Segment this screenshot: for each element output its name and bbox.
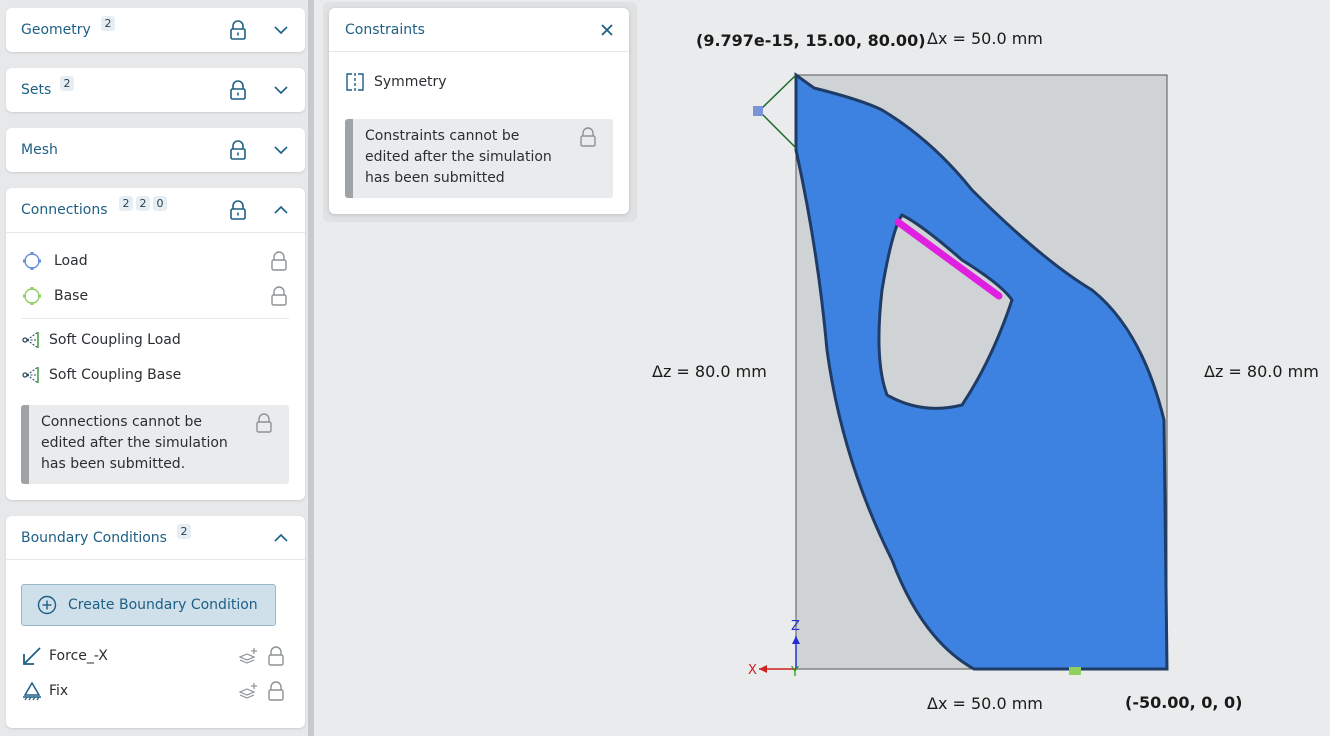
chevron-down-icon[interactable] (273, 142, 289, 158)
boundary-condition-label-fix: Fix (49, 683, 69, 699)
load-reference-point (753, 106, 763, 116)
base-reference-point (1069, 667, 1081, 675)
boundary-conditions-count-badge: 2 (177, 524, 191, 539)
connection-item-soft-coupling-base[interactable]: Soft Coupling Base (21, 364, 291, 386)
geometry-title: Geometry (21, 22, 91, 38)
lock-icon (268, 681, 284, 701)
layers-add-icon[interactable] (238, 646, 258, 666)
sidebar: Geometry 2 Sets 2 Mesh Connections 2 2 0… (0, 0, 312, 736)
lock-icon (268, 646, 284, 666)
plus-circle-icon (37, 595, 57, 615)
soft-coupling-icon (22, 366, 39, 384)
connections-badge-3: 0 (153, 196, 167, 211)
sets-title: Sets (21, 82, 52, 98)
connections-header[interactable]: Connections 2 2 0 (6, 188, 305, 232)
top-corner-coordinate: (9.797e-15, 15.00, 80.00) (696, 31, 926, 50)
constraints-title: Constraints (345, 22, 425, 38)
connection-item-load[interactable]: Load (21, 250, 291, 272)
base-point-icon (23, 287, 41, 305)
boundary-conditions-header[interactable]: Boundary Conditions 2 (6, 516, 305, 560)
top-width-dimension: Δx = 50.0 mm (927, 29, 1043, 48)
chevron-up-icon[interactable] (273, 530, 289, 546)
fix-support-icon (23, 681, 41, 701)
lock-icon (230, 140, 246, 160)
lock-icon (580, 127, 596, 147)
connection-item-soft-coupling-load[interactable]: Soft Coupling Load (21, 329, 291, 351)
constraints-popup: Constraints Symmetry Constraints cannot … (329, 8, 629, 214)
chevron-up-icon[interactable] (273, 202, 289, 218)
left-height-dimension: Δz = 80.0 mm (652, 362, 767, 381)
bottom-corner-coordinate: (-50.00, 0, 0) (1125, 693, 1243, 712)
boundary-condition-label-force: Force_-X (49, 648, 108, 664)
boundary-conditions-title: Boundary Conditions (21, 530, 167, 546)
connections-notice-text: Connections cannot be edited after the s… (41, 414, 228, 472)
sets-count-badge: 2 (60, 76, 74, 91)
connection-label-base: Base (54, 288, 89, 304)
geometry-header[interactable]: Geometry 2 (6, 8, 305, 52)
connections-panel: Connections 2 2 0 Load Base Soft Couplin… (6, 188, 305, 500)
constraints-notice-text: Constraints cannot be edited after the s… (365, 128, 552, 186)
lock-icon (271, 286, 287, 306)
connections-locked-notice: Connections cannot be edited after the s… (21, 405, 289, 484)
create-boundary-condition-label: Create Boundary Condition (68, 597, 258, 613)
lock-icon (230, 20, 246, 40)
layers-add-icon[interactable] (238, 681, 258, 701)
mesh-title: Mesh (21, 142, 58, 158)
sets-panel[interactable]: Sets 2 (6, 68, 305, 112)
axis-y-label: Y (790, 665, 799, 680)
right-height-dimension: Δz = 80.0 mm (1204, 362, 1319, 381)
geometry-panel[interactable]: Geometry 2 (6, 8, 305, 52)
chevron-down-icon[interactable] (273, 22, 289, 38)
boundary-condition-item-force[interactable]: Force_-X (21, 645, 291, 667)
axis-z-label: Z (791, 619, 800, 634)
sets-header[interactable]: Sets 2 (6, 68, 305, 112)
create-boundary-condition-button[interactable]: Create Boundary Condition (21, 584, 276, 626)
lock-icon (271, 251, 287, 271)
symmetry-icon (346, 73, 364, 91)
soft-coupling-icon (22, 331, 39, 349)
connections-badge-2: 2 (136, 196, 150, 211)
constraints-locked-notice: Constraints cannot be edited after the s… (345, 119, 613, 198)
bottom-width-dimension: Δx = 50.0 mm (927, 694, 1043, 713)
close-icon[interactable] (600, 23, 614, 37)
boundary-conditions-panel: Boundary Conditions 2 Create Boundary Co… (6, 516, 305, 728)
mesh-panel[interactable]: Mesh (6, 128, 305, 172)
connection-label-soft-coupling-load: Soft Coupling Load (49, 332, 181, 348)
sidebar-scrollbar[interactable] (308, 0, 314, 736)
force-arrow-icon (23, 647, 41, 665)
soft-coupling-lines (757, 74, 797, 149)
lock-icon (230, 200, 246, 220)
constraint-item-symmetry[interactable]: Symmetry (345, 71, 613, 93)
load-point-icon (23, 252, 41, 270)
boundary-condition-item-fix[interactable]: Fix (21, 680, 291, 702)
connections-title: Connections (21, 202, 108, 218)
lock-icon (230, 80, 246, 100)
connection-item-base[interactable]: Base (21, 285, 291, 307)
axis-x-label: X (748, 663, 757, 678)
chevron-down-icon[interactable] (273, 82, 289, 98)
mesh-header[interactable]: Mesh (6, 128, 305, 172)
connections-badge-1: 2 (119, 196, 133, 211)
lock-icon (256, 413, 272, 433)
geometry-count-badge: 2 (101, 16, 115, 31)
constraint-label-symmetry: Symmetry (374, 74, 447, 90)
connection-label-load: Load (54, 253, 88, 269)
connection-label-soft-coupling-base: Soft Coupling Base (49, 367, 182, 383)
